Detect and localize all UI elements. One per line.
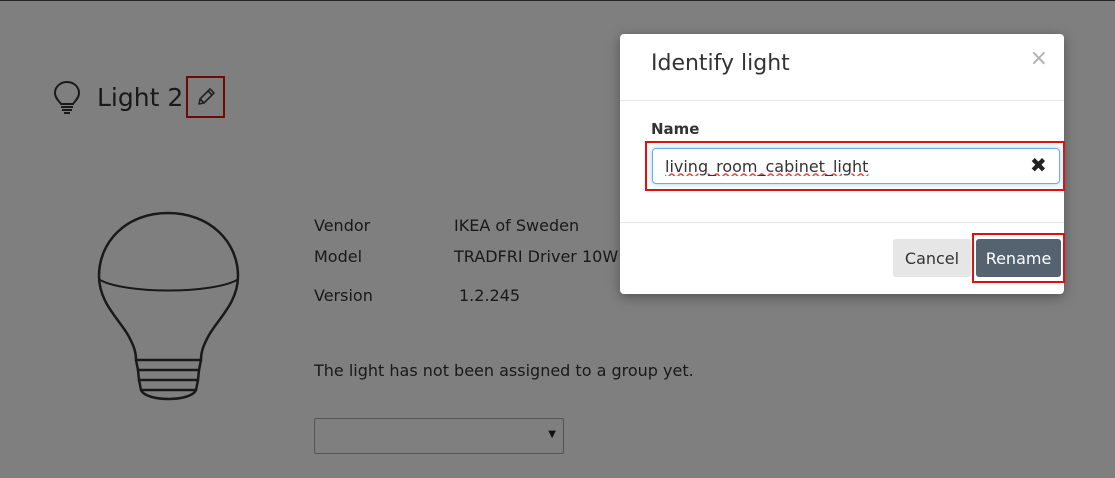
identify-light-dialog: Identify light × Name ✖ Cancel Rename — [620, 34, 1065, 294]
close-icon[interactable]: × — [1030, 48, 1048, 70]
rename-button[interactable]: Rename — [976, 239, 1061, 277]
dialog-title: Identify light — [651, 51, 790, 76]
name-input[interactable] — [652, 148, 1060, 184]
name-field-label: Name — [651, 120, 700, 138]
clear-input-icon[interactable]: ✖ — [1030, 153, 1047, 177]
dialog-header: Identify light × — [620, 34, 1064, 101]
cancel-button[interactable]: Cancel — [893, 239, 971, 277]
